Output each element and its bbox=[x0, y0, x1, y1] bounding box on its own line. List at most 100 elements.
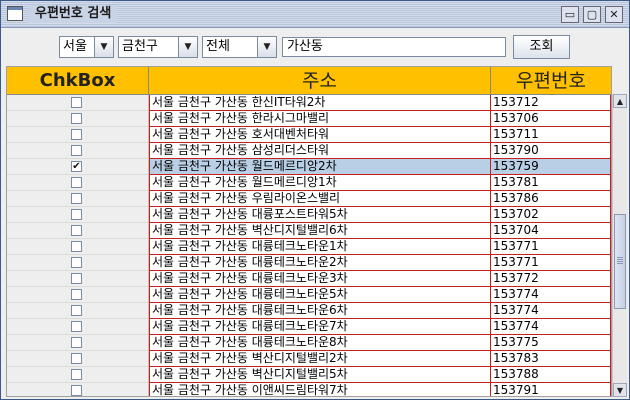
table-row[interactable]: 서울 금천구 가산동 대륭테크노타운7차 153774 bbox=[7, 319, 611, 335]
zip-cell[interactable]: 153790 bbox=[491, 143, 611, 159]
row-checkbox[interactable] bbox=[71, 337, 82, 348]
table-row[interactable]: 서울 금천구 가산동 호서대벤처타워 153711 bbox=[7, 127, 611, 143]
table-row[interactable]: 서울 금천구 가산동 한신IT타워2차 153712 bbox=[7, 95, 611, 111]
zip-cell[interactable]: 153704 bbox=[491, 223, 611, 239]
address-cell[interactable]: 서울 금천구 가산동 벽산디지털밸리2차 bbox=[149, 351, 491, 367]
title-bar[interactable]: 우편번호 검색 ▭ ▢ ✕ bbox=[1, 1, 629, 28]
column-header-zip[interactable]: 우편번호 bbox=[491, 67, 611, 95]
close-icon[interactable]: ✕ bbox=[605, 6, 623, 23]
search-button[interactable]: 조회 bbox=[513, 35, 570, 59]
table-row[interactable]: 서울 금천구 가산동 한라시그마밸리 153706 bbox=[7, 111, 611, 127]
row-checkbox[interactable] bbox=[71, 353, 82, 364]
row-checkbox[interactable] bbox=[71, 305, 82, 316]
address-cell[interactable]: 서울 금천구 가산동 월드메르디앙1차 bbox=[149, 175, 491, 191]
scope-select[interactable]: 전체 ▼ bbox=[202, 36, 277, 58]
row-checkbox[interactable] bbox=[71, 321, 82, 332]
table-row[interactable]: 서울 금천구 가산동 대륭테크노타운5차 153774 bbox=[7, 287, 611, 303]
minimize-icon[interactable]: ▭ bbox=[561, 6, 579, 23]
address-cell[interactable]: 서울 금천구 가산동 이앤씨드림타워7차 bbox=[149, 383, 491, 396]
row-checkbox[interactable] bbox=[71, 385, 82, 396]
address-cell[interactable]: 서울 금천구 가산동 한라시그마밸리 bbox=[149, 111, 491, 127]
address-cell[interactable]: 서울 금천구 가산동 한신IT타워2차 bbox=[149, 95, 491, 111]
row-checkbox[interactable] bbox=[71, 177, 82, 188]
city-select[interactable]: 서울 ▼ bbox=[59, 36, 114, 58]
address-cell[interactable]: 서울 금천구 가산동 삼성리더스타워 bbox=[149, 143, 491, 159]
zip-cell[interactable]: 153791 bbox=[491, 383, 611, 396]
dong-search-input[interactable]: 가산동 bbox=[282, 37, 506, 57]
chkbox-cell bbox=[7, 239, 149, 255]
scroll-up-icon[interactable]: ▲ bbox=[613, 94, 627, 108]
row-checkbox[interactable] bbox=[71, 241, 82, 252]
zip-cell[interactable]: 153711 bbox=[491, 127, 611, 143]
address-cell[interactable]: 서울 금천구 가산동 대륭테크노타운8차 bbox=[149, 335, 491, 351]
table-row[interactable]: 서울 금천구 가산동 대륭테크노타운2차 153771 bbox=[7, 255, 611, 271]
address-cell[interactable]: 서울 금천구 가산동 우림라이온스밸리 bbox=[149, 191, 491, 207]
zip-cell[interactable]: 153772 bbox=[491, 271, 611, 287]
table-row[interactable]: 서울 금천구 가산동 우림라이온스밸리 153786 bbox=[7, 191, 611, 207]
row-checkbox[interactable] bbox=[71, 113, 82, 124]
column-header-chkbox[interactable]: ChkBox bbox=[7, 67, 149, 95]
scrollbar-thumb[interactable] bbox=[614, 214, 626, 309]
table-row[interactable]: 서울 금천구 가산동 대륭테크노타운6차 153774 bbox=[7, 303, 611, 319]
zip-cell[interactable]: 153775 bbox=[491, 335, 611, 351]
row-checkbox[interactable] bbox=[71, 289, 82, 300]
zip-cell[interactable]: 153774 bbox=[491, 303, 611, 319]
row-checkbox[interactable] bbox=[71, 145, 82, 156]
address-cell[interactable]: 서울 금천구 가산동 대륭테크노타운5차 bbox=[149, 287, 491, 303]
row-checkbox[interactable] bbox=[71, 209, 82, 220]
address-cell[interactable]: 서울 금천구 가산동 대륭테크노타운6차 bbox=[149, 303, 491, 319]
address-cell[interactable]: 서울 금천구 가산동 월드메르디앙2차 bbox=[149, 159, 491, 175]
zip-cell[interactable]: 153702 bbox=[491, 207, 611, 223]
address-cell[interactable]: 서울 금천구 가산동 대륭테크노타운1차 bbox=[149, 239, 491, 255]
zip-cell[interactable]: 153712 bbox=[491, 95, 611, 111]
chkbox-cell bbox=[7, 95, 149, 111]
zip-cell[interactable]: 153786 bbox=[491, 191, 611, 207]
table-row[interactable]: 서울 금천구 가산동 벽산디지털밸리6차 153704 bbox=[7, 223, 611, 239]
table-row[interactable]: 서울 금천구 가산동 대륭테크노타운1차 153771 bbox=[7, 239, 611, 255]
table-row[interactable]: 서울 금천구 가산동 대륭포스트타워5차 153702 bbox=[7, 207, 611, 223]
zip-cell[interactable]: 153771 bbox=[491, 239, 611, 255]
zip-cell[interactable]: 153771 bbox=[491, 255, 611, 271]
table-row[interactable]: 서울 금천구 가산동 이앤씨드림타워7차 153791 bbox=[7, 383, 611, 396]
zip-cell[interactable]: 153706 bbox=[491, 111, 611, 127]
row-checkbox[interactable] bbox=[71, 257, 82, 268]
vertical-scrollbar[interactable]: ▲ ▼ bbox=[612, 94, 627, 397]
address-cell[interactable]: 서울 금천구 가산동 대륭테크노타운3차 bbox=[149, 271, 491, 287]
chevron-down-icon[interactable]: ▼ bbox=[178, 37, 197, 57]
address-cell[interactable]: 서울 금천구 가산동 대륭포스트타워5차 bbox=[149, 207, 491, 223]
table-row[interactable]: 서울 금천구 가산동 월드메르디앙1차 153781 bbox=[7, 175, 611, 191]
chevron-down-icon[interactable]: ▼ bbox=[257, 37, 276, 57]
zip-cell[interactable]: 153788 bbox=[491, 367, 611, 383]
scroll-down-icon[interactable]: ▼ bbox=[613, 383, 627, 397]
table-row[interactable]: 서울 금천구 가산동 삼성리더스타워 153790 bbox=[7, 143, 611, 159]
chevron-down-icon[interactable]: ▼ bbox=[94, 37, 113, 57]
table-row[interactable]: ✔ 서울 금천구 가산동 월드메르디앙2차 153759 bbox=[7, 159, 611, 175]
row-checkbox[interactable] bbox=[71, 369, 82, 380]
table-row[interactable]: 서울 금천구 가산동 대륭테크노타운3차 153772 bbox=[7, 271, 611, 287]
address-cell[interactable]: 서울 금천구 가산동 벽산디지털밸리5차 bbox=[149, 367, 491, 383]
row-checkbox[interactable] bbox=[71, 97, 82, 108]
district-select[interactable]: 금천구 ▼ bbox=[118, 36, 198, 58]
row-checkbox-checked[interactable]: ✔ bbox=[71, 161, 82, 172]
zip-cell[interactable]: 153774 bbox=[491, 319, 611, 335]
address-cell[interactable]: 서울 금천구 가산동 호서대벤처타워 bbox=[149, 127, 491, 143]
chkbox-cell: ✔ bbox=[7, 159, 149, 175]
address-cell[interactable]: 서울 금천구 가산동 대륭테크노타운7차 bbox=[149, 319, 491, 335]
zip-cell[interactable]: 153783 bbox=[491, 351, 611, 367]
row-checkbox[interactable] bbox=[71, 129, 82, 140]
address-cell[interactable]: 서울 금천구 가산동 대륭테크노타운2차 bbox=[149, 255, 491, 271]
row-checkbox[interactable] bbox=[71, 273, 82, 284]
chkbox-cell bbox=[7, 111, 149, 127]
zip-cell[interactable]: 153759 bbox=[491, 159, 611, 175]
chkbox-cell bbox=[7, 367, 149, 383]
zip-cell[interactable]: 153781 bbox=[491, 175, 611, 191]
table-row[interactable]: 서울 금천구 가산동 대륭테크노타운8차 153775 bbox=[7, 335, 611, 351]
column-header-address[interactable]: 주소 bbox=[149, 67, 491, 95]
row-checkbox[interactable] bbox=[71, 225, 82, 236]
zip-cell[interactable]: 153774 bbox=[491, 287, 611, 303]
table-row[interactable]: 서울 금천구 가산동 벽산디지털밸리2차 153783 bbox=[7, 351, 611, 367]
row-checkbox[interactable] bbox=[71, 193, 82, 204]
address-cell[interactable]: 서울 금천구 가산동 벽산디지털밸리6차 bbox=[149, 223, 491, 239]
table-row[interactable]: 서울 금천구 가산동 벽산디지털밸리5차 153788 bbox=[7, 367, 611, 383]
maximize-icon[interactable]: ▢ bbox=[583, 6, 601, 23]
